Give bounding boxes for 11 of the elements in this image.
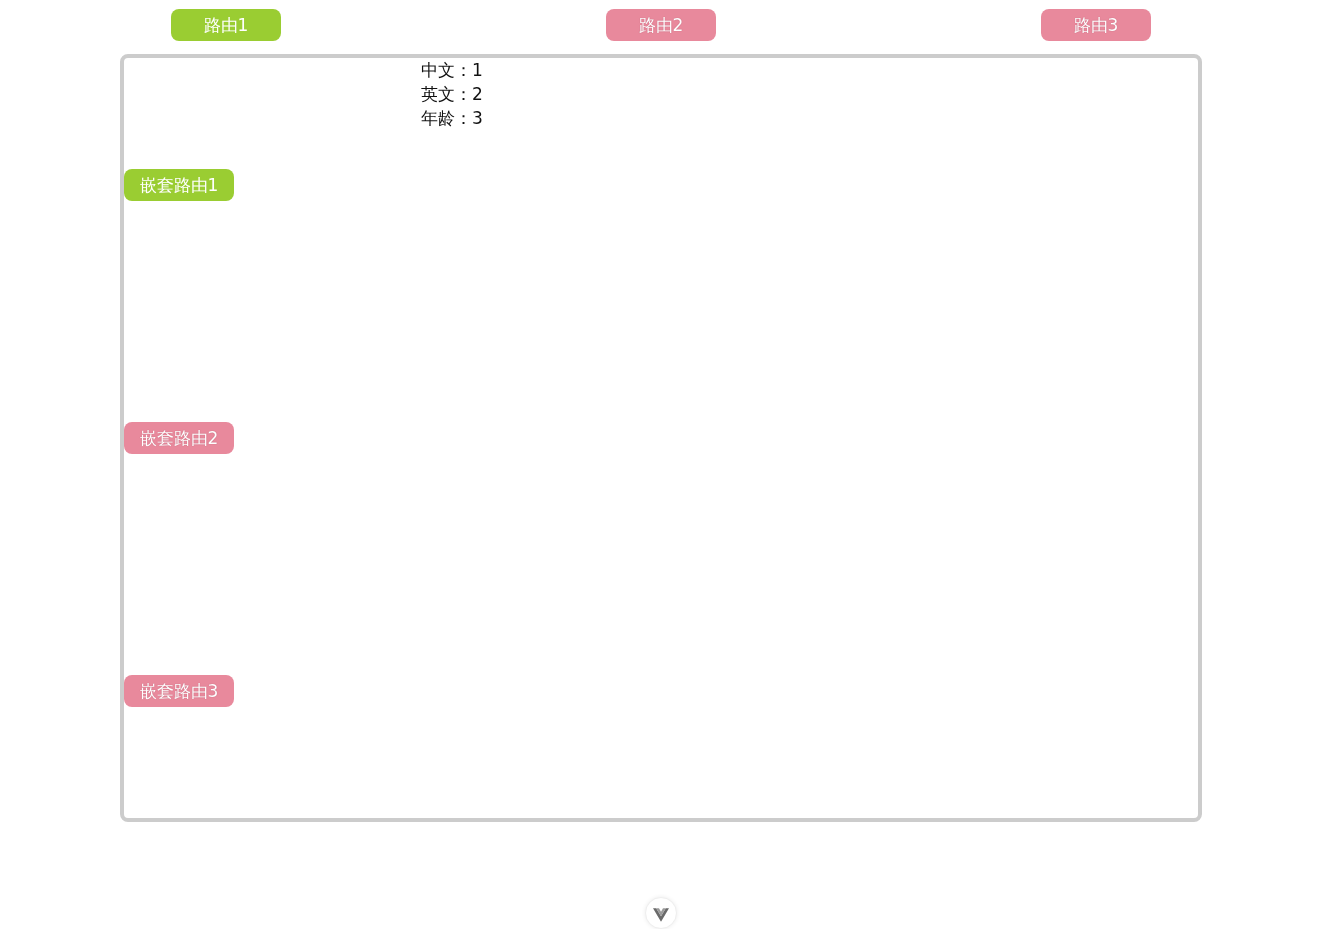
floating-button[interactable] xyxy=(645,897,677,929)
nested-route-tab[interactable]: 嵌套路由2 xyxy=(124,422,234,454)
detail-text: 年龄：3 xyxy=(421,107,483,130)
route-tab[interactable]: 路由3 xyxy=(1041,9,1151,41)
nested-route-tab[interactable]: 嵌套路由1 xyxy=(124,168,234,201)
detail-text: 英文：2 xyxy=(421,83,483,106)
route-tab[interactable]: 路由2 xyxy=(606,9,716,41)
route-tab[interactable]: 路由1 xyxy=(171,9,281,41)
logo-icon xyxy=(653,908,669,922)
nested-route-tab[interactable]: 嵌套路由3 xyxy=(124,675,234,708)
detail-text: 中文：1 xyxy=(421,59,483,82)
